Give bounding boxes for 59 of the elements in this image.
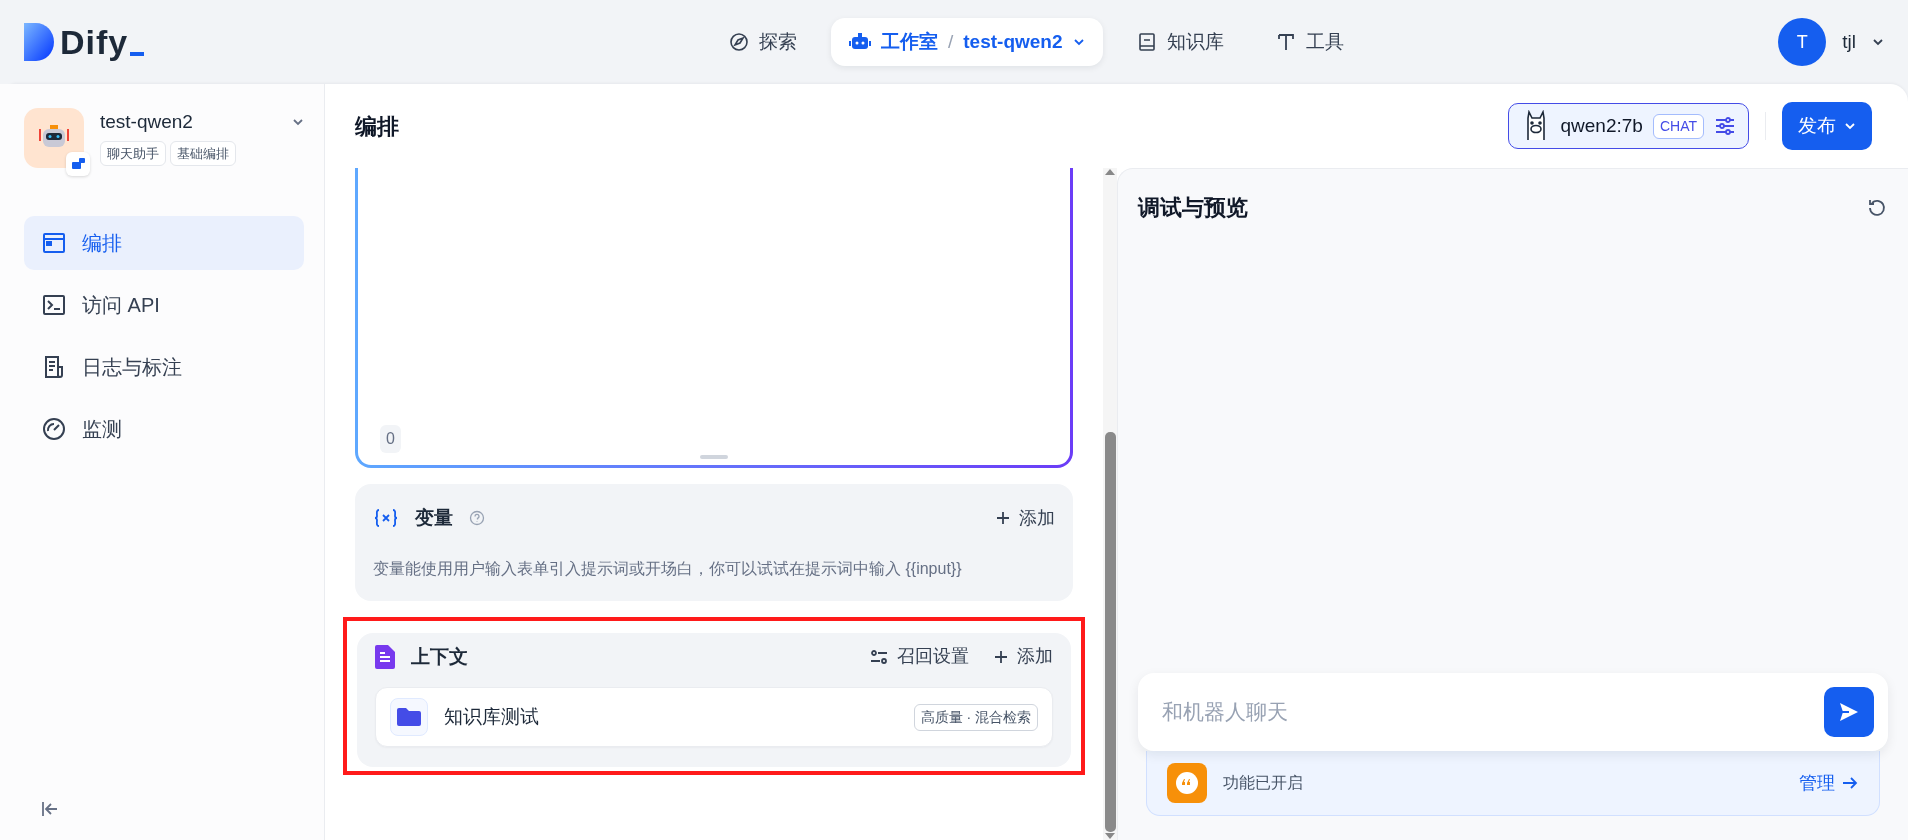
- app-type-badge: [66, 152, 90, 176]
- variable-icon: [373, 508, 399, 529]
- nav-tab[interactable]: 知识库: [1118, 17, 1242, 67]
- sidebar-item[interactable]: 监测: [24, 402, 304, 456]
- send-icon: [1838, 701, 1860, 723]
- file-icon: [375, 644, 395, 669]
- user-name: tjl: [1842, 29, 1856, 54]
- logo: Dify: [24, 16, 145, 68]
- speedometer-icon: [42, 417, 66, 441]
- features-status: 功能已开启: [1223, 773, 1303, 793]
- compass-icon: [729, 32, 749, 52]
- page-title: 编排: [355, 112, 399, 141]
- chevron-down-icon: [1872, 38, 1884, 46]
- app-menu-icon: [292, 118, 304, 127]
- add-button[interactable]: 添加: [993, 643, 1053, 671]
- sidebar-item[interactable]: 编排: [24, 216, 304, 270]
- retrieval-settings-button[interactable]: 召回设置: [869, 643, 969, 671]
- app-tag: 聊天助手: [100, 140, 166, 166]
- robot-icon: [849, 32, 871, 52]
- help-icon[interactable]: [469, 510, 485, 527]
- quote-icon: [1167, 763, 1207, 803]
- user-avatar[interactable]: T: [1778, 18, 1827, 66]
- sliders-icon: [1714, 115, 1736, 137]
- panel-title: 调试与预览: [1138, 194, 1248, 222]
- app-name: test-qwen2: [100, 110, 193, 134]
- section-title: 变量: [415, 506, 453, 530]
- terminal-icon: [42, 294, 66, 316]
- dataset-tag: 高质量 · 混合检索: [913, 703, 1038, 731]
- variables-description: 变量能使用用户输入表单引入提示词或开场白，你可以试试在提示词中输入 {{input}}: [373, 558, 963, 579]
- nav-tab[interactable]: 工作室 / test-qwen2: [831, 17, 1103, 67]
- app-tag: 基础编排: [170, 140, 236, 166]
- plus-icon: [993, 648, 1009, 665]
- document-icon: [42, 355, 66, 379]
- arrow-right-icon: [1841, 775, 1859, 791]
- dataset-name: 知识库测试: [444, 704, 539, 729]
- manage-link[interactable]: 管理: [1799, 769, 1859, 797]
- prompt-editor[interactable]: 0: [355, 168, 1073, 468]
- send-button[interactable]: [1824, 687, 1874, 737]
- sliders-icon: [869, 647, 889, 666]
- scrollbar-thumb[interactable]: [1104, 432, 1116, 832]
- publish-button[interactable]: 发布: [1782, 101, 1872, 151]
- dataset-item[interactable]: 知识库测试 高质量 · 混合检索: [375, 687, 1053, 747]
- sidebar-item[interactable]: 日志与标注: [24, 340, 304, 394]
- window-icon: [42, 232, 66, 254]
- add-button[interactable]: 添加: [995, 504, 1055, 532]
- chat-composer[interactable]: 和机器人聊天: [1138, 673, 1888, 751]
- chat-input[interactable]: 和机器人聊天: [1160, 695, 1824, 729]
- model-selector[interactable]: qwen2:7b CHAT: [1507, 103, 1749, 149]
- chevron-down-icon: [1844, 122, 1856, 130]
- chevron-down-icon: [1072, 38, 1085, 46]
- plus-icon: [995, 510, 1011, 527]
- section-title: 上下文: [411, 644, 468, 669]
- character-count: 0: [380, 425, 401, 453]
- nav-tab[interactable]: 工具: [1257, 17, 1362, 67]
- sidebar-item[interactable]: 访问 API: [24, 278, 304, 332]
- folder-icon: [390, 698, 428, 736]
- nav-tab[interactable]: 探索: [711, 17, 815, 67]
- scroll-up-icon[interactable]: [1104, 168, 1116, 176]
- book-icon: [1136, 32, 1157, 52]
